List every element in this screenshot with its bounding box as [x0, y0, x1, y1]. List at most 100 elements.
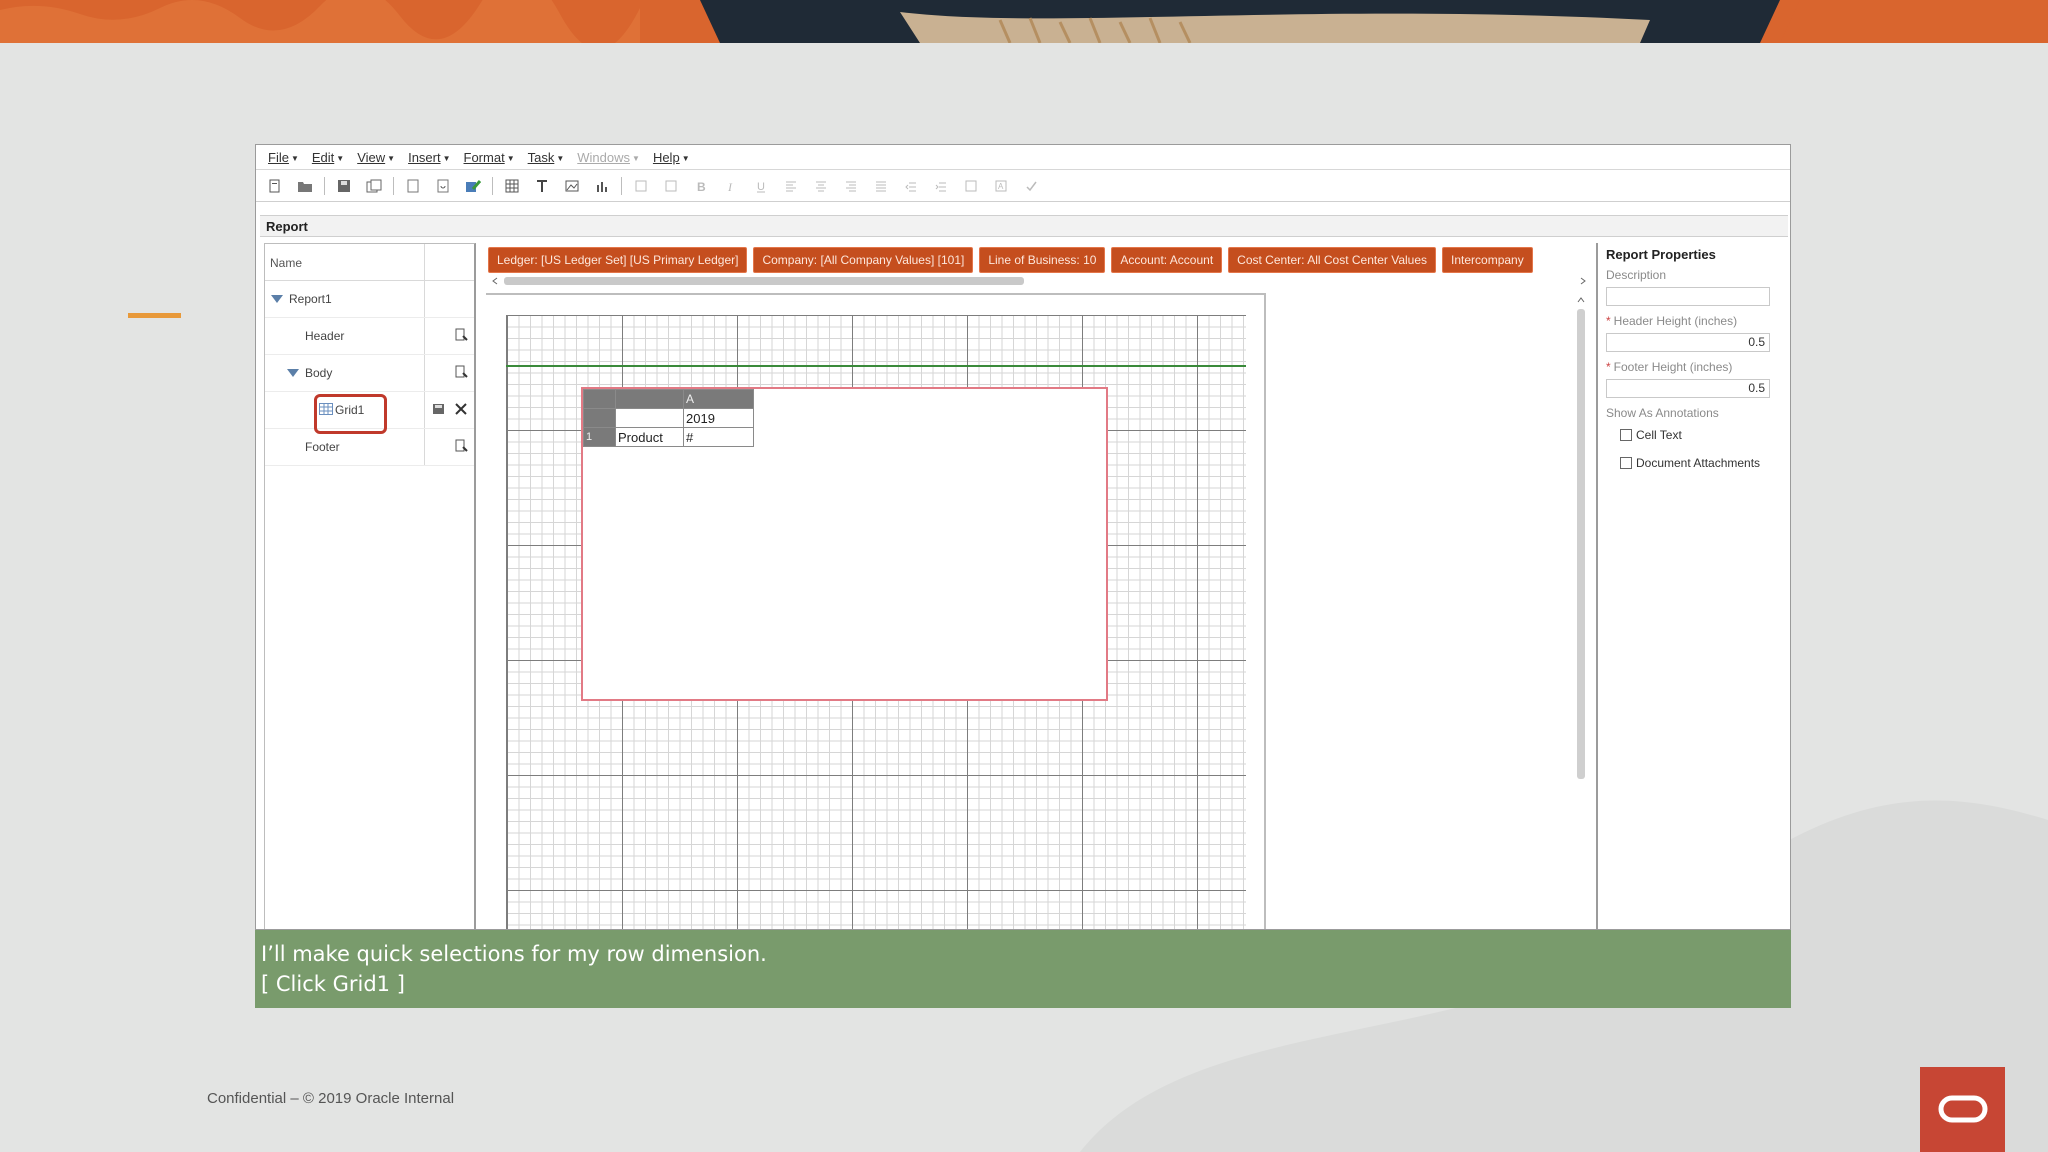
vertical-scroll-thumb[interactable] [1577, 309, 1585, 779]
save-as-icon[interactable] [363, 175, 385, 197]
pov-cost-center-button[interactable]: Cost Center: All Cost Center Values [1228, 247, 1437, 273]
instruction-caption: I’ll make quick selections for my row di… [255, 930, 1791, 1008]
align-left-icon[interactable] [780, 175, 802, 197]
tree-item-label: Report1 [289, 292, 332, 306]
conditional-format-icon[interactable] [660, 175, 682, 197]
tree-item-report1[interactable]: Report1 [265, 281, 474, 318]
tree-item-header[interactable]: Header [265, 318, 474, 355]
menu-task[interactable]: Task ▼ [528, 150, 565, 165]
pov-line-of-business-button[interactable]: Line of Business: 10 [979, 247, 1106, 273]
menu-format[interactable]: Format ▼ [464, 150, 515, 165]
insert-function-icon[interactable]: A [990, 175, 1012, 197]
menu-edit[interactable]: Edit ▼ [312, 150, 344, 165]
merge-cells-icon[interactable] [960, 175, 982, 197]
preview-icon[interactable] [402, 175, 424, 197]
new-report-icon[interactable] [264, 175, 286, 197]
underline-icon[interactable]: U [750, 175, 772, 197]
accent-dash [128, 313, 181, 318]
tree-item-grid1[interactable]: Grid1 [265, 392, 474, 434]
menu-help[interactable]: Help ▼ [653, 150, 690, 165]
insert-image-icon[interactable] [561, 175, 583, 197]
scroll-right-icon[interactable] [1578, 276, 1588, 286]
properties-icon[interactable] [454, 365, 468, 382]
horizontal-scroll-thumb[interactable] [504, 277, 1024, 285]
italic-icon[interactable]: I [720, 175, 742, 197]
bold-icon[interactable]: B [690, 175, 712, 197]
grid-row-product-cell[interactable]: Product [615, 427, 684, 447]
save-icon[interactable] [333, 175, 355, 197]
svg-text:A: A [998, 182, 1004, 191]
decrease-indent-icon[interactable] [900, 175, 922, 197]
cell-text-checkbox[interactable] [1620, 429, 1632, 441]
description-field[interactable] [1606, 287, 1770, 306]
grid1-object[interactable]: A 2019 1 Product # [581, 387, 1108, 701]
justify-icon[interactable] [870, 175, 892, 197]
footer-height-label: * Footer Height (inches) [1606, 360, 1733, 374]
format-cells-icon[interactable] [630, 175, 652, 197]
tree-item-footer[interactable]: Footer [265, 429, 474, 466]
toolbar-separator [621, 176, 622, 195]
caption-line-2: [ Click Grid1 ] [261, 972, 405, 996]
footer-height-field[interactable]: 0.5 [1606, 379, 1770, 398]
toolbar: B I U A [256, 170, 1790, 202]
align-center-icon[interactable] [810, 175, 832, 197]
delete-icon[interactable] [454, 402, 468, 419]
tree-item-body[interactable]: Body [265, 355, 474, 392]
confidential-footer: Confidential – © 2019 Oracle Internal [207, 1090, 455, 1107]
tree-item-label: Header [305, 329, 345, 343]
design-area: Ledger: [US Ledger Set] [US Primary Ledg… [482, 243, 1594, 929]
save-grid-icon[interactable] [432, 402, 446, 419]
toolbar-separator [492, 176, 493, 195]
header-height-field[interactable]: 0.5 [1606, 333, 1770, 352]
properties-icon[interactable] [454, 328, 468, 345]
align-right-icon[interactable] [840, 175, 862, 197]
grid-row-1-header[interactable]: 1 [583, 427, 616, 447]
report-properties-panel: Report Properties Description * Header He… [1596, 243, 1790, 929]
menu-windows[interactable]: Windows ▼ [577, 150, 640, 165]
increase-indent-icon[interactable] [930, 175, 952, 197]
expand-triangle-icon[interactable] [271, 295, 283, 303]
report-section-title: Report [260, 215, 1788, 237]
cell-text-checkbox-row[interactable]: Cell Text [1606, 428, 1790, 442]
svg-text:B: B [697, 180, 706, 193]
click-highlight-box [314, 394, 387, 434]
pov-company-button[interactable]: Company: [All Company Values] [101] [753, 247, 974, 273]
scroll-up-icon[interactable] [1576, 295, 1586, 305]
vertical-scrollbar[interactable] [1574, 295, 1588, 929]
insert-chart-icon[interactable] [591, 175, 613, 197]
grid-corner-cell[interactable] [583, 389, 616, 409]
grid-row-header-column[interactable] [615, 389, 684, 409]
pov-ledger-button[interactable]: Ledger: [US Ledger Set] [US Primary Ledg… [488, 247, 748, 273]
menu-insert[interactable]: Insert ▼ [408, 150, 450, 165]
grid-column-a-header[interactable]: A [683, 389, 754, 409]
pov-intercompany-button[interactable]: Intercompany [1442, 247, 1533, 273]
menu-file[interactable]: File ▼ [268, 150, 299, 165]
svg-text:I: I [727, 180, 733, 193]
toolbar-separator [324, 176, 325, 195]
document-attachments-label: Document Attachments [1636, 456, 1761, 470]
refresh-icon[interactable] [432, 175, 454, 197]
open-folder-icon[interactable] [294, 175, 316, 197]
validate-icon[interactable] [1020, 175, 1042, 197]
insert-grid-icon[interactable] [501, 175, 523, 197]
document-attachments-checkbox-row[interactable]: Document Attachments [1606, 456, 1790, 470]
tree-item-label: Body [305, 366, 333, 380]
caption-line-1: I’ll make quick selections for my row di… [261, 942, 767, 966]
menu-view[interactable]: View ▼ [357, 150, 395, 165]
insert-text-icon[interactable] [531, 175, 553, 197]
expand-triangle-icon[interactable] [287, 369, 299, 377]
edit-report-icon[interactable] [462, 175, 484, 197]
document-attachments-checkbox[interactable] [1620, 457, 1632, 469]
grid-column-year-cell[interactable]: 2019 [683, 408, 754, 428]
tree-header: Name [265, 244, 474, 281]
pov-account-button[interactable]: Account: Account [1111, 247, 1223, 273]
scroll-left-icon[interactable] [490, 276, 500, 286]
grid-data-cell[interactable]: # [683, 427, 754, 447]
properties-icon[interactable] [454, 439, 468, 456]
grid1-table[interactable]: A 2019 1 Product # [583, 389, 754, 447]
cell-text-label: Cell Text [1636, 428, 1682, 442]
header-boundary-line [506, 365, 1246, 367]
report-object-tree: Name Report1 Header Body Grid1 Footer [264, 243, 476, 929]
tree-name-column-header: Name [265, 244, 425, 280]
horizontal-scrollbar[interactable] [490, 275, 1590, 287]
